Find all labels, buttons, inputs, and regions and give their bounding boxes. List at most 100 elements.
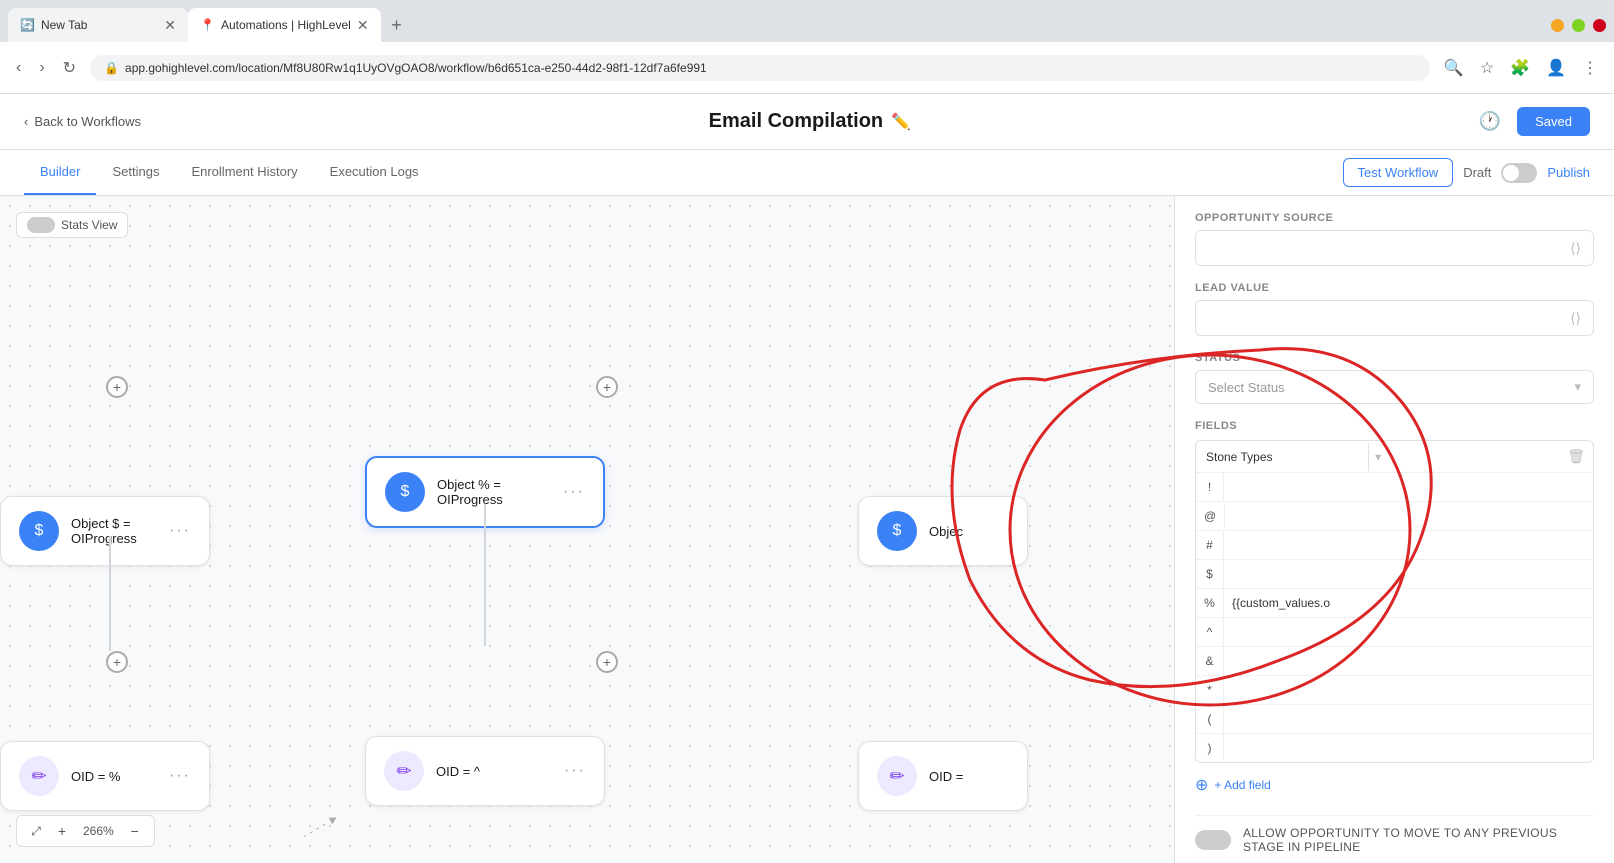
node-6[interactable]: ✏ OID =	[858, 741, 1028, 811]
add-node-button-top-left[interactable]: +	[106, 376, 128, 398]
forward-nav-button[interactable]: ›	[35, 55, 48, 81]
field-value-input-5[interactable]	[1224, 618, 1593, 646]
publish-button[interactable]: Publish	[1547, 165, 1590, 180]
status-chevron-icon: ▾	[1574, 379, 1581, 395]
add-field-plus-icon: ⊕	[1195, 775, 1208, 795]
stats-view-mini-toggle[interactable]	[27, 217, 55, 233]
field-value-2[interactable]	[1224, 531, 1593, 559]
node-1[interactable]: $ Object $ = OIProgress ···	[0, 496, 210, 566]
tab-enrollment-history[interactable]: Enrollment History	[175, 150, 313, 195]
new-tab-button[interactable]: +	[385, 13, 409, 37]
field-type-select-cell[interactable]: Stone Types	[1196, 443, 1369, 471]
fields-row-5: ^	[1196, 618, 1593, 647]
node-4-menu[interactable]: ···	[169, 767, 191, 785]
fields-row-4: %	[1196, 589, 1593, 618]
add-node-button-mid-center[interactable]: +	[596, 651, 618, 673]
field-value-input-3[interactable]	[1224, 560, 1593, 588]
back-nav-button[interactable]: ‹	[12, 55, 25, 81]
fields-row-8: (	[1196, 705, 1593, 734]
node-2-menu[interactable]: ···	[563, 483, 585, 501]
node-3-label: Objec	[929, 524, 1009, 539]
field-value-6[interactable]	[1224, 647, 1593, 675]
expand-icon[interactable]: ⤢	[25, 820, 47, 842]
nav-tabs-bar: Builder Settings Enrollment History Exec…	[0, 150, 1614, 196]
field-value-3[interactable]	[1224, 560, 1593, 588]
url-box[interactable]: 🔒 app.gohighlevel.com/location/Mf8U80Rw1…	[90, 55, 1430, 81]
field-symbol-7: *	[1196, 676, 1224, 704]
tab-inactive[interactable]: 🔄 New Tab ✕	[8, 8, 188, 42]
status-select[interactable]: Select Status ▾	[1195, 370, 1594, 404]
field-value-4[interactable]	[1224, 589, 1593, 617]
node-5-menu[interactable]: ···	[564, 762, 586, 780]
profile-icon[interactable]: 👤	[1542, 54, 1570, 82]
node-5[interactable]: ✏ OID = ^ ···	[365, 736, 605, 806]
lead-value-field[interactable]	[1208, 311, 1570, 326]
node-3[interactable]: $ Objec	[858, 496, 1028, 566]
field-value-input-4[interactable]	[1224, 589, 1593, 617]
edit-title-icon[interactable]: ✏️	[891, 112, 911, 132]
history-icon[interactable]: 🕐	[1479, 111, 1501, 132]
lead-value-custom-icon[interactable]: ⟨⟩	[1570, 310, 1581, 327]
field-value-input-6[interactable]	[1224, 647, 1593, 675]
add-node-button-mid-left[interactable]: +	[106, 651, 128, 673]
tab-label-active: Automations | HighLevel	[221, 18, 351, 32]
lead-value-input[interactable]: ⟨⟩	[1195, 300, 1594, 336]
field-symbol-3: $	[1196, 560, 1224, 588]
back-to-workflows-link[interactable]: ‹ Back to Workflows	[24, 114, 141, 129]
zoom-out-button[interactable]: −	[124, 820, 146, 842]
field-value-input-1[interactable]	[1225, 502, 1593, 530]
field-value-8[interactable]	[1224, 705, 1593, 733]
field-symbol-4: %	[1196, 589, 1224, 617]
node-1-menu[interactable]: ···	[169, 522, 191, 540]
fields-row-1: @	[1196, 502, 1593, 531]
tab-settings[interactable]: Settings	[96, 150, 175, 195]
custom-values-icon[interactable]: ⟨⟩	[1570, 240, 1581, 257]
minimize-button[interactable]	[1551, 19, 1564, 32]
dashed-arrow: - - - - ►	[299, 810, 342, 843]
field-value-7[interactable]	[1224, 676, 1593, 704]
tab-favicon-active: 📍	[200, 18, 215, 32]
field-value-0[interactable]	[1224, 473, 1593, 501]
tab-close-active[interactable]: ✕	[357, 17, 369, 34]
workflow-title-area: Email Compilation ✏️	[709, 110, 911, 133]
tab-close-inactive[interactable]: ✕	[164, 17, 176, 34]
allow-previous-stage-toggle[interactable]	[1195, 830, 1231, 850]
node-6-label: OID =	[929, 769, 1009, 784]
extensions-icon[interactable]: 🧩	[1506, 54, 1534, 82]
opportunity-source-input[interactable]: ⟨⟩	[1195, 230, 1594, 266]
field-value-input-2[interactable]	[1224, 531, 1593, 559]
search-icon[interactable]: 🔍	[1440, 54, 1468, 82]
opportunity-source-field[interactable]	[1208, 241, 1570, 256]
node-4[interactable]: ✏ OID = % ···	[0, 741, 210, 811]
add-field-button[interactable]: ⊕ + Add field	[1195, 771, 1594, 799]
draft-toggle[interactable]	[1501, 163, 1537, 183]
stats-view-toggle[interactable]: Stats View	[16, 212, 128, 238]
field-value-5[interactable]	[1224, 618, 1593, 646]
field-value-1[interactable]	[1225, 502, 1593, 530]
field-value-input-0[interactable]	[1224, 473, 1593, 501]
more-icon[interactable]: ⋮	[1578, 54, 1602, 82]
saved-button[interactable]: Saved	[1517, 107, 1590, 136]
field-value-9[interactable]	[1224, 734, 1593, 762]
close-button[interactable]	[1593, 19, 1606, 32]
tab-execution-logs[interactable]: Execution Logs	[314, 150, 435, 195]
add-node-button-top-center[interactable]: +	[596, 376, 618, 398]
field-delete-header[interactable]: 🗑	[1559, 441, 1593, 472]
workflow-canvas[interactable]: Stats View + + $ Object $ = OIProgress ·…	[0, 196, 1174, 863]
maximize-button[interactable]	[1572, 19, 1585, 32]
node-6-icon: ✏	[877, 756, 917, 796]
field-value-input-7[interactable]	[1224, 676, 1593, 704]
url-text: app.gohighlevel.com/location/Mf8U80Rw1q1…	[125, 61, 707, 75]
test-workflow-button[interactable]: Test Workflow	[1343, 158, 1454, 187]
field-symbol-0: !	[1196, 473, 1224, 501]
tab-builder[interactable]: Builder	[24, 150, 96, 195]
panel-content: OPPORTUNITY SOURCE ⟨⟩ LEAD VALUE ⟨⟩ STAT…	[1175, 196, 1614, 863]
field-value-input-9[interactable]	[1224, 734, 1593, 762]
node-5-label: OID = ^	[436, 764, 552, 779]
field-type-dropdown[interactable]: Stone Types	[1196, 443, 1368, 471]
reload-button[interactable]: ↻	[59, 54, 80, 82]
bookmark-icon[interactable]: ☆	[1476, 54, 1498, 82]
field-value-input-8[interactable]	[1224, 705, 1593, 733]
tab-active[interactable]: 📍 Automations | HighLevel ✕	[188, 8, 381, 42]
zoom-in-button[interactable]: +	[51, 820, 73, 842]
